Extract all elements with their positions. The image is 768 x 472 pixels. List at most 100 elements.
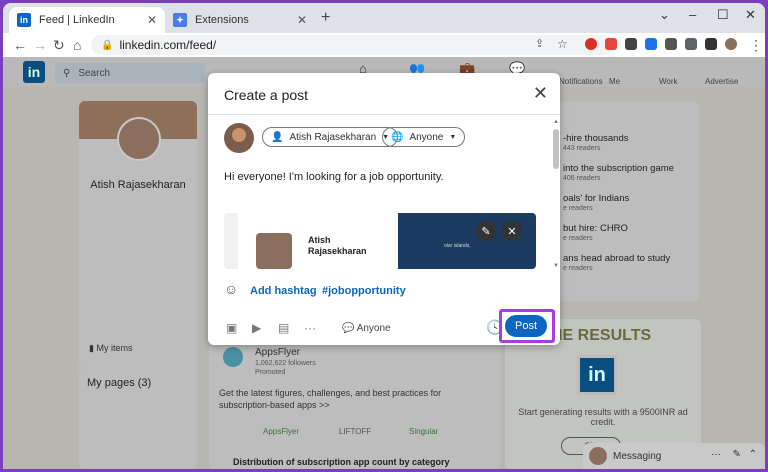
- news-item[interactable]: oals' for Indians e readers: [563, 193, 629, 212]
- avatar[interactable]: [117, 117, 161, 161]
- send-icon[interactable]: [665, 38, 677, 50]
- extension-dark-icon[interactable]: [625, 38, 637, 50]
- browser-window: in Feed | LinkedIn ✕ ✦ Extensions ✕ + ⌄ …: [3, 3, 765, 469]
- close-icon[interactable]: ✕: [533, 83, 548, 104]
- my-items-link[interactable]: ▮ My items: [89, 343, 132, 354]
- edit-icon[interactable]: ✎: [476, 221, 496, 241]
- profile-card: Atish Rajasekharan ▮ My items: [79, 101, 197, 369]
- news-item[interactable]: ans head abroad to study e readers: [563, 253, 670, 272]
- preview-name-line1: Atish: [308, 235, 331, 245]
- search-input[interactable]: ⚲ Search: [55, 63, 205, 83]
- audience-label: Anyone: [409, 131, 444, 143]
- linkedin-icon: in: [17, 13, 31, 27]
- tab-extensions[interactable]: ✦ Extensions ✕: [165, 7, 315, 33]
- news-meta: e readers: [563, 205, 593, 212]
- my-pages-label: My pages (3): [87, 377, 152, 389]
- close-icon[interactable]: ✕: [147, 13, 157, 27]
- modal-header: Create a post ✕: [208, 73, 560, 115]
- comment-icon: 💬: [342, 323, 355, 334]
- nav-notifications[interactable]: Notifications: [559, 77, 603, 86]
- minimize-button[interactable]: –: [689, 7, 696, 22]
- forward-icon[interactable]: →: [33, 37, 47, 53]
- new-tab-button[interactable]: +: [321, 9, 330, 27]
- avatar: [589, 447, 607, 465]
- linkedin-logo[interactable]: in: [23, 61, 45, 83]
- followers-count: 1,062,622 followers: [255, 360, 316, 367]
- promoted-label: Promoted: [255, 369, 286, 376]
- maximize-button[interactable]: ☐: [717, 7, 729, 23]
- scrollbar-thumb[interactable]: [553, 129, 559, 169]
- pocket-icon[interactable]: [605, 38, 617, 50]
- news-title: -hire thousands: [563, 133, 629, 144]
- extension-blue-icon[interactable]: [645, 38, 657, 50]
- star-icon[interactable]: ☆: [557, 37, 568, 51]
- profile-name[interactable]: Atish Rajasekharan: [79, 179, 197, 191]
- tab-label: Feed | LinkedIn: [39, 14, 115, 26]
- video-icon[interactable]: ▶: [252, 321, 261, 335]
- news-title: oals' for Indians: [563, 193, 630, 204]
- messaging-bar[interactable]: Messaging ··· ✎ ⌃: [583, 443, 765, 469]
- nav-me[interactable]: Me: [609, 77, 620, 86]
- post-button[interactable]: Post: [505, 315, 547, 337]
- promoted-post: AppsFlyer 1,062,622 followers Promoted G…: [209, 343, 501, 469]
- close-icon[interactable]: ✕: [297, 13, 307, 27]
- globe-icon: 🌐: [391, 131, 404, 143]
- promo-body: Get the latest figures, challenges, and …: [219, 388, 442, 410]
- photo-icon[interactable]: ▣: [226, 321, 237, 335]
- tab-linkedin-feed[interactable]: in Feed | LinkedIn ✕: [9, 7, 165, 33]
- kebab-menu-icon[interactable]: ⋮: [749, 37, 763, 54]
- extension-red-icon[interactable]: [585, 38, 597, 50]
- news-item[interactable]: but hire: CHRO e readers: [563, 223, 628, 242]
- compose-icon[interactable]: ✎: [733, 449, 741, 460]
- link-preview: Atish Rajasekharan olar islands, ✎ ✕: [224, 213, 536, 269]
- sidebar-icon[interactable]: [705, 38, 717, 50]
- more-icon[interactable]: ···: [304, 321, 316, 335]
- author-selector[interactable]: 👤 Atish Rajasekharan ▼: [262, 127, 399, 147]
- messaging-label: Messaging: [613, 450, 662, 462]
- chevron-up-icon[interactable]: ⌃: [749, 449, 757, 460]
- news-title: but hire: CHRO: [563, 223, 628, 234]
- news-meta: 443 readers: [563, 145, 601, 152]
- puzzle-icon: ✦: [173, 13, 187, 27]
- remove-preview-icon[interactable]: ✕: [502, 221, 522, 241]
- caret-down-icon: ▼: [449, 133, 457, 141]
- post-text-editor[interactable]: Hi everyone! I'm looking for a job oppor…: [224, 171, 444, 183]
- document-icon[interactable]: ▤: [278, 321, 289, 335]
- comment-audience[interactable]: 💬 Anyone: [342, 323, 391, 334]
- news-title: ans head abroad to study: [563, 253, 671, 264]
- search-placeholder: Search: [78, 67, 111, 79]
- add-hashtag-button[interactable]: Add hashtag: [250, 285, 317, 297]
- partner-logo: LIFTOFF: [339, 427, 372, 436]
- nav-advertise[interactable]: Advertise: [705, 77, 738, 86]
- my-pages-card[interactable]: My pages (3): [79, 367, 197, 469]
- lock-icon: 🔒: [101, 39, 114, 51]
- scroll-down-icon[interactable]: ▼: [553, 263, 559, 269]
- share-icon[interactable]: ⇪: [535, 37, 544, 50]
- window-close-button[interactable]: ✕: [745, 7, 756, 23]
- company-name[interactable]: AppsFlyer: [255, 347, 300, 358]
- nav-work[interactable]: Work: [659, 77, 678, 86]
- partner-logo: Singular: [409, 427, 439, 436]
- news-meta: e readers: [563, 265, 593, 272]
- appsflyer-logo: [223, 347, 243, 367]
- avatar: [224, 123, 254, 153]
- more-icon[interactable]: ···: [711, 449, 721, 460]
- chevron-down-icon[interactable]: ⌄: [659, 7, 670, 23]
- hashtag-suggestion[interactable]: #jobopportunity: [322, 285, 406, 297]
- audience-selector[interactable]: 🌐 Anyone ▼: [382, 127, 466, 147]
- back-icon[interactable]: ←: [13, 37, 27, 53]
- news-meta: e readers: [563, 235, 593, 242]
- profile-avatar[interactable]: [725, 38, 737, 50]
- avatar: [256, 233, 292, 269]
- emoji-icon[interactable]: ☺: [224, 281, 238, 297]
- reload-icon[interactable]: ↻: [53, 37, 65, 54]
- scroll-up-icon[interactable]: ▲: [553, 119, 559, 125]
- puzzle-icon[interactable]: [685, 38, 697, 50]
- preview-name: Atish Rajasekharan: [308, 235, 367, 257]
- create-post-modal: Create a post ✕ 👤 Atish Rajasekharan ▼ 🌐…: [208, 73, 560, 345]
- news-item[interactable]: -hire thousands 443 readers: [563, 133, 628, 152]
- scrollbar[interactable]: ▲ ▼: [552, 119, 560, 269]
- author-name: Atish Rajasekharan: [289, 131, 377, 143]
- home-icon[interactable]: ⌂: [73, 37, 81, 53]
- news-item[interactable]: into the subscription game 406 readers: [563, 163, 674, 182]
